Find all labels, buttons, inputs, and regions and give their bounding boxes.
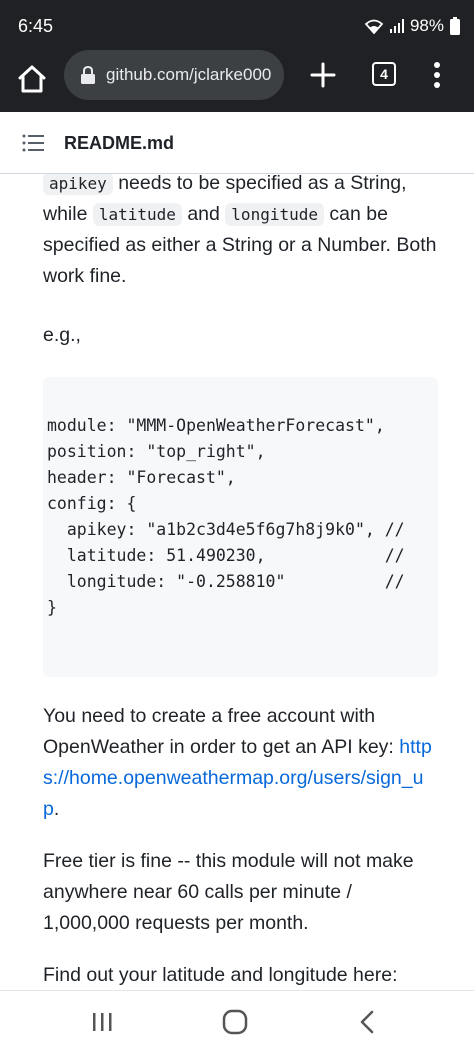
- browser-toolbar: github.com/jclarke000 4: [0, 50, 474, 112]
- back-icon[interactable]: [358, 1010, 376, 1034]
- recent-apps-icon[interactable]: [90, 1011, 114, 1033]
- paragraph-text: .: [53, 798, 60, 820]
- list-icon[interactable]: [22, 134, 44, 152]
- code-line: position: "top_right",: [47, 442, 266, 461]
- paragraph-latlong: Find out your latitude and longitude her…: [43, 964, 398, 986]
- code-line: latitude: 51.490230, //: [47, 546, 405, 565]
- battery-percent: 98%: [409, 16, 444, 35]
- inline-code: apikey: [43, 174, 113, 195]
- paragraph-text: and: [181, 203, 226, 225]
- code-line: }: [47, 598, 57, 617]
- paragraph-free-tier: Free tier is fine -- this module will no…: [43, 850, 414, 934]
- url-bar[interactable]: github.com/jclarke000: [64, 50, 284, 100]
- readme-content: apikey needs to be specified as a String…: [43, 174, 438, 990]
- system-nav-bar: [0, 990, 474, 1053]
- code-block-text: module: "MMM-OpenWeatherForecast", posit…: [43, 377, 438, 657]
- tab-count: 4: [380, 66, 388, 82]
- code-block[interactable]: module: "MMM-OpenWeatherForecast", posit…: [43, 377, 438, 677]
- status-time: 6:45: [18, 16, 54, 36]
- code-line: apikey: "a1b2c3d4e5f6g7h8j9k0", //: [47, 520, 405, 539]
- readme-header: README.md: [0, 112, 474, 174]
- paragraph-apikey: apikey needs to be specified as a String…: [43, 174, 438, 292]
- home-icon[interactable]: [16, 63, 48, 95]
- plus-icon[interactable]: [308, 60, 338, 90]
- paragraph-eg: e.g.,: [43, 324, 81, 346]
- code-line: header: "Forecast",: [47, 468, 236, 487]
- signal-icon: [389, 19, 404, 33]
- tabs-button[interactable]: 4: [372, 62, 396, 86]
- battery-icon: [450, 17, 460, 35]
- url-text: github.com/jclarke000: [106, 65, 272, 84]
- readme-title: README.md: [64, 133, 175, 153]
- code-line: module: "MMM-OpenWeatherForecast",: [47, 416, 385, 435]
- status-indicators: 98%: [364, 16, 460, 36]
- paragraph-account: You need to create a free account with O…: [43, 701, 438, 825]
- lock-icon: [81, 66, 95, 84]
- code-line: config: {: [47, 494, 137, 513]
- status-bar: 6:45 98%: [0, 0, 474, 50]
- code-line: longitude: "-0.258810" //: [47, 572, 405, 591]
- more-vert-icon[interactable]: [428, 60, 446, 90]
- paragraph-text: You need to create a free account with O…: [43, 705, 400, 758]
- wifi-icon: [364, 19, 384, 34]
- inline-code: latitude: [92, 203, 182, 226]
- home-circle-icon[interactable]: [222, 1009, 248, 1035]
- inline-code: longitude: [225, 203, 324, 226]
